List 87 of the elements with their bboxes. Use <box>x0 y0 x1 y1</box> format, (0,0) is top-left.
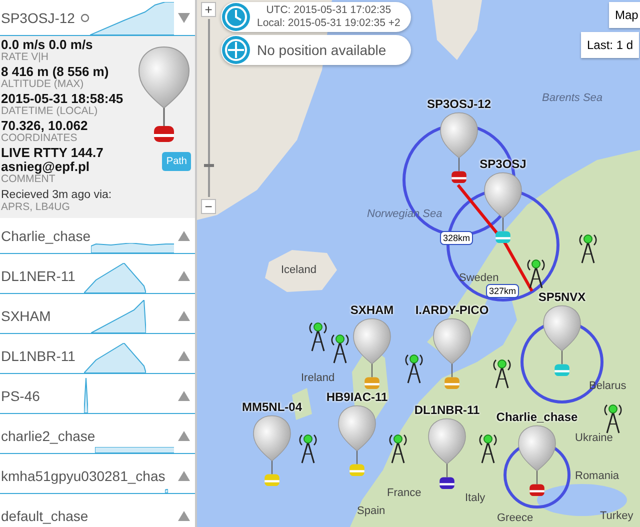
altitude-sparkline <box>84 263 146 293</box>
track-name: PS-46 <box>1 388 40 404</box>
track-name: SP3OSJ-12 <box>1 10 75 26</box>
island-shape <box>432 0 482 60</box>
track-list-item[interactable]: SXHAM <box>0 298 195 334</box>
field-label: DATETIME (LOCAL) <box>1 106 99 117</box>
place-label: Sweden <box>459 272 499 284</box>
field-label: COORDINATES <box>1 133 78 144</box>
altitude-sparkline <box>91 300 146 333</box>
expand-arrow-icon[interactable] <box>178 230 190 240</box>
field-value: 0.0 m/s 0.0 m/s <box>1 38 94 52</box>
altitude-sparkline <box>84 343 146 373</box>
balloon-label: Charlie_chase <box>496 410 578 424</box>
zoom-out-button[interactable]: − <box>201 199 216 214</box>
track-list-item[interactable]: Charlie_chase <box>0 218 195 254</box>
loading-icon <box>80 12 90 22</box>
balloon-label: SP5NVX <box>538 290 586 304</box>
track-list-item[interactable]: DL1NER-11 <box>0 258 195 294</box>
field-value: asnieg@epf.pl <box>1 160 91 174</box>
distance-label: 327km <box>486 284 520 298</box>
track-name: default_chase <box>1 508 88 524</box>
balloon-icon <box>542 305 582 379</box>
utc-time: UTC: 2015-05-31 17:02:35 <box>266 4 392 17</box>
field-value: 8 416 m (8 556 m) <box>1 65 110 79</box>
balloon-label: I.ARDY-PICO <box>415 303 489 317</box>
balloon-label: DL1NBR-11 <box>414 403 480 417</box>
track-list-item[interactable]: default_chase <box>0 498 195 527</box>
zoom-in-button[interactable]: + <box>201 2 216 17</box>
track-name: Charlie_chase <box>1 228 90 244</box>
track-list-item[interactable]: DL1NBR-11 <box>0 338 195 374</box>
place-label: Romania <box>575 470 620 482</box>
track-name: kmha51gpyu030281_chas <box>1 468 166 484</box>
track-list-item[interactable]: PS-46 <box>0 378 195 414</box>
place-label: Iceland <box>281 264 316 276</box>
balloon-icon <box>427 418 467 492</box>
track-list-item[interactable]: charlie2_chase <box>0 418 195 454</box>
balloon-label: SP3OSJ <box>480 157 526 171</box>
track-name: DL1NER-11 <box>1 268 76 284</box>
track-list-item[interactable]: SP3OSJ-12 <box>0 0 195 36</box>
expand-arrow-icon[interactable] <box>178 510 190 520</box>
collapse-arrow-icon[interactable] <box>178 12 190 22</box>
zoom-slider-thumb[interactable] <box>204 164 214 167</box>
track-name: charlie2_chase <box>1 428 96 444</box>
position-text: No position available <box>257 42 386 58</box>
balloon-icon <box>432 318 472 392</box>
place-label: Turkey <box>600 510 634 522</box>
map-type-button[interactable]: Map <box>609 2 640 28</box>
received-text: Recieved 3m ago via: <box>1 189 113 202</box>
field-value: 70.326, 10.062 <box>1 119 89 133</box>
island-shape <box>265 250 337 292</box>
field-label: COMMENT <box>1 174 56 185</box>
balloon-label: HB9IAC-11 <box>326 390 388 404</box>
field-label: RATE V|H <box>1 52 50 63</box>
distance-label: 328km <box>440 231 474 245</box>
balloon-icon <box>352 318 392 392</box>
expand-arrow-icon[interactable] <box>178 430 190 440</box>
expand-arrow-icon[interactable] <box>178 390 190 400</box>
place-label: Greece <box>497 512 534 524</box>
place-label: Italy <box>465 492 486 504</box>
balloon-icon <box>517 425 557 499</box>
balloon-icon <box>483 172 523 246</box>
field-value: LIVE RTTY 144.7 <box>1 146 104 160</box>
place-label: Spain <box>357 505 386 517</box>
place-label: Ukraine <box>575 432 613 444</box>
altitude-sparkline <box>84 378 88 413</box>
balloon-icon <box>337 405 377 479</box>
expand-arrow-icon[interactable] <box>178 470 190 480</box>
local-time: Local: 2015-05-31 19:02:35 +2 <box>257 17 400 30</box>
time-range-button[interactable]: Last: 1 d <box>581 32 640 58</box>
received-via: APRS, LB4UG <box>1 202 71 213</box>
track-name: SXHAM <box>1 308 51 324</box>
expand-arrow-icon[interactable] <box>178 310 190 320</box>
place-label: Ireland <box>301 372 335 384</box>
place-label: Barents Sea <box>542 92 603 104</box>
balloon-icon <box>252 415 292 489</box>
altitude-sparkline <box>165 489 168 493</box>
track-list-item[interactable]: kmha51gpyu030281_chas <box>0 458 195 494</box>
place-label: France <box>387 487 422 499</box>
balloon-label: MM5NL-04 <box>242 400 302 414</box>
balloon-icon <box>439 112 479 186</box>
field-value: 2015-05-31 18:58:45 <box>1 92 124 106</box>
balloon-label: SXHAM <box>350 303 394 317</box>
balloon-label: SP3OSJ-12 <box>426 97 492 111</box>
expand-arrow-icon[interactable] <box>178 270 190 280</box>
expand-arrow-icon[interactable] <box>178 350 190 360</box>
track-name: DL1NBR-11 <box>1 348 76 364</box>
field-label: ALTITUDE (MAX) <box>1 79 85 90</box>
